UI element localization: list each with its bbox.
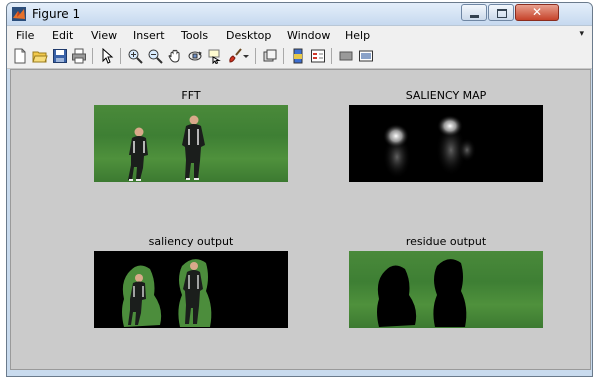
close-icon: ✕ <box>531 5 543 19</box>
matlab-app-icon <box>12 7 26 21</box>
menu-window[interactable]: Window <box>287 29 330 42</box>
show-plot-tools-icon[interactable] <box>358 48 374 64</box>
saliency-map-image <box>349 105 543 182</box>
colorbar-icon[interactable] <box>290 48 306 64</box>
new-figure-icon[interactable] <box>12 48 28 64</box>
link-plot-icon[interactable] <box>262 48 278 64</box>
residue-output-title: residue output <box>405 235 487 248</box>
toolbar-separator <box>331 48 332 64</box>
hide-plot-tools-icon[interactable] <box>338 48 354 64</box>
minimize-button[interactable] <box>461 4 487 21</box>
pointer-icon[interactable] <box>99 48 115 64</box>
residue-output-image <box>349 251 543 328</box>
brush-icon[interactable] <box>227 48 243 64</box>
save-icon[interactable] <box>52 48 68 64</box>
fft-players-graphic <box>128 115 205 181</box>
open-file-icon[interactable] <box>32 48 48 64</box>
saliency-output-graphic <box>122 259 212 327</box>
fft-image <box>94 105 288 182</box>
toolbar-separator <box>255 48 256 64</box>
saliency-map-title: SALIENCY MAP <box>405 89 487 102</box>
zoom-out-icon[interactable] <box>147 48 163 64</box>
rotate-3d-icon[interactable] <box>187 48 203 64</box>
saliency-output-title: saliency output <box>148 235 234 248</box>
data-cursor-icon[interactable] <box>207 48 223 64</box>
menu-view[interactable]: View <box>91 29 117 42</box>
print-icon[interactable] <box>71 48 87 64</box>
figure-toolbar <box>7 44 592 69</box>
menu-insert[interactable]: Insert <box>133 29 165 42</box>
fft-title: FFT <box>181 89 201 102</box>
saliency-output-image <box>94 251 288 328</box>
figure-window: Figure 1 ✕ File Edit View Insert Tools D… <box>6 2 593 377</box>
brush-dropdown-icon[interactable] <box>242 48 250 64</box>
player-left <box>128 127 148 181</box>
toolbar-separator <box>120 48 121 64</box>
toolbar-separator <box>283 48 284 64</box>
toolbar-separator <box>92 48 93 64</box>
menu-file[interactable]: File <box>16 29 34 42</box>
pan-icon[interactable] <box>167 48 183 64</box>
saliency-map-graphic <box>383 115 476 179</box>
player-right <box>182 115 205 180</box>
legend-icon[interactable] <box>310 48 326 64</box>
menu-bar: File Edit View Insert Tools Desktop Wind… <box>7 25 592 45</box>
figure-canvas: FFT SALIENCY MAP saliency output residue… <box>10 69 591 370</box>
window-title: Figure 1 <box>32 7 81 21</box>
title-bar[interactable]: Figure 1 ✕ <box>7 3 592 25</box>
menu-help[interactable]: Help <box>345 29 370 42</box>
maximize-button[interactable] <box>488 4 514 21</box>
menu-overflow-icon[interactable]: ▾ <box>579 29 584 39</box>
zoom-in-icon[interactable] <box>127 48 143 64</box>
menu-desktop[interactable]: Desktop <box>226 29 271 42</box>
menu-edit[interactable]: Edit <box>52 29 73 42</box>
menu-tools[interactable]: Tools <box>181 29 208 42</box>
residue-output-graphic <box>377 259 467 327</box>
close-button[interactable]: ✕ <box>515 4 559 21</box>
